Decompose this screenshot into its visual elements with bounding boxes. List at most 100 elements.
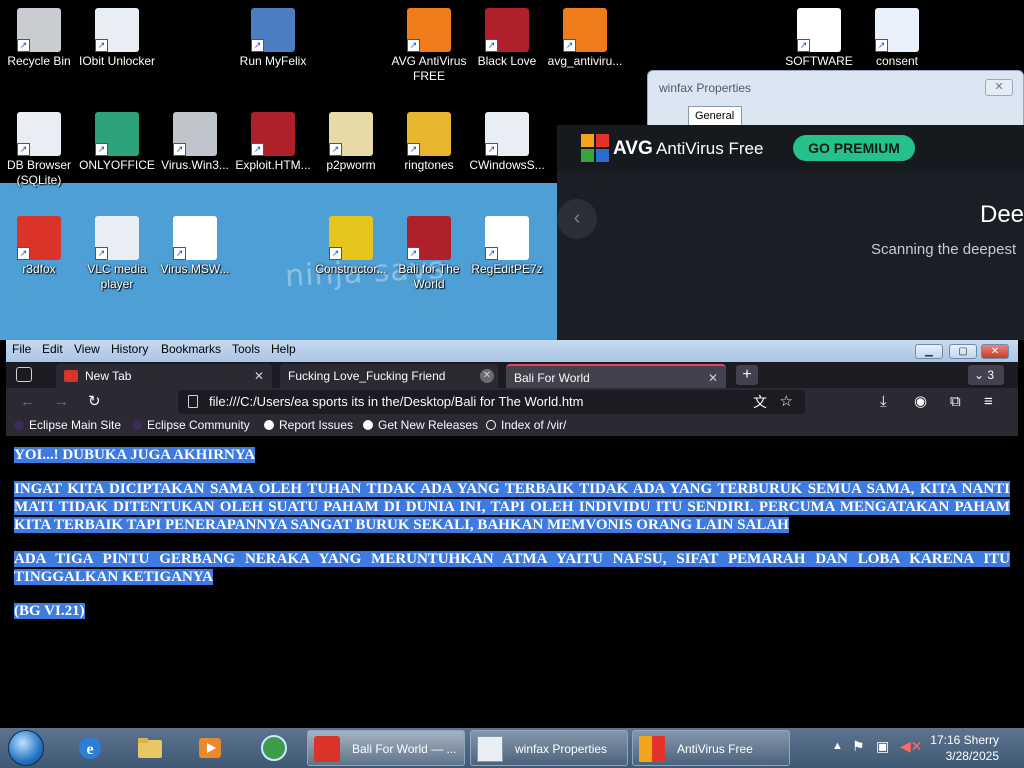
extensions-icon[interactable]: ⧉ bbox=[950, 393, 961, 410]
desktop-shortcut-icon: ↗ bbox=[407, 216, 451, 260]
reload-icon[interactable]: ↻ bbox=[88, 393, 101, 410]
menu-history[interactable]: History bbox=[111, 342, 148, 356]
desktop-icon[interactable]: ↗ ONLYOFFICE bbox=[78, 112, 156, 173]
avg-scan-status: Scanning the deepest bbox=[871, 241, 1017, 258]
internet-explorer-icon[interactable]: e bbox=[70, 731, 110, 765]
tab-list-button[interactable]: ⌄ 3 bbox=[968, 365, 1004, 385]
account-icon[interactable]: ◉ bbox=[914, 393, 927, 410]
desktop-icon[interactable]: ↗ Recycle Bin bbox=[0, 8, 78, 69]
download-icon[interactable]: ⤓ bbox=[880, 393, 887, 410]
flag-icon[interactable]: ⚑ bbox=[852, 738, 865, 755]
minimize-button[interactable]: ▁ bbox=[915, 344, 943, 359]
desktop-icon[interactable]: ↗ Run MyFelix bbox=[234, 8, 312, 69]
desktop-icon[interactable]: ↗ ringtones bbox=[390, 112, 468, 173]
close-icon[interactable]: ✕ bbox=[708, 366, 718, 390]
bookmark-report-issues[interactable]: Report Issues bbox=[264, 418, 353, 432]
media-player-icon[interactable] bbox=[190, 731, 230, 765]
tab-count: 3 bbox=[987, 368, 995, 382]
back-arrow-icon[interactable]: ← bbox=[20, 393, 35, 410]
file-explorer-icon[interactable] bbox=[130, 731, 170, 765]
desktop-shortcut-icon: ↗ bbox=[329, 112, 373, 156]
taskbar-task-browser[interactable]: Bali For World — ... bbox=[307, 730, 465, 766]
winfax-properties-window[interactable]: winfax Properties ✕ General bbox=[647, 70, 1024, 130]
menu-tools[interactable]: Tools bbox=[232, 342, 260, 356]
close-button[interactable]: ✕ bbox=[985, 79, 1013, 96]
avg-header: AVG AntiVirus Free GO PREMIUM bbox=[557, 125, 1024, 171]
bookmark-index-vir[interactable]: Index of /vir/ bbox=[486, 418, 566, 432]
shortcut-arrow-icon: ↗ bbox=[329, 247, 342, 260]
menu-view[interactable]: View bbox=[74, 342, 100, 356]
tab-general[interactable]: General bbox=[688, 106, 742, 126]
bookmark-label: Get New Releases bbox=[378, 418, 479, 432]
shortcut-arrow-icon: ↗ bbox=[407, 143, 420, 156]
shortcut-arrow-icon: ↗ bbox=[17, 143, 30, 156]
desktop-icon[interactable]: ↗ SOFTWARE bbox=[780, 8, 858, 69]
volume-muted-icon[interactable]: ◀✕ bbox=[900, 738, 923, 755]
desktop-icon-label: AVG AntiVirus FREE bbox=[391, 54, 467, 83]
bookmark-get-new-releases[interactable]: Get New Releases bbox=[363, 418, 478, 432]
desktop-icon[interactable]: ↗ CWindowsS... bbox=[468, 112, 546, 173]
tab-label: Bali For World bbox=[514, 371, 590, 385]
desktop-shortcut-icon: ↗ bbox=[251, 112, 295, 156]
menu-bookmarks[interactable]: Bookmarks bbox=[161, 342, 221, 356]
bookmark-eclipse-community[interactable]: Eclipse Community bbox=[132, 418, 250, 432]
desktop-icon-label: Run MyFelix bbox=[239, 54, 307, 68]
tab-fucking-love[interactable]: Fucking Love_Fucking Friend ✕ bbox=[280, 364, 498, 388]
close-icon[interactable]: ✕ bbox=[480, 369, 494, 383]
menu-help[interactable]: Help bbox=[271, 342, 296, 356]
desktop-icon[interactable]: ↗ Bali for The World bbox=[390, 216, 468, 292]
bookmark-label: Eclipse Main Site bbox=[29, 418, 122, 432]
taskbar-task-avg[interactable]: AntiVirus Free bbox=[632, 730, 790, 766]
desktop-icon[interactable]: ↗ RegEditPE7z bbox=[468, 216, 546, 277]
maximize-button[interactable]: ▢ bbox=[949, 344, 977, 359]
desktop-shortcut-icon: ↗ bbox=[95, 216, 139, 260]
system-clock[interactable]: 17:16 Sherry 3/28/2025 bbox=[927, 732, 999, 764]
desktop-icon[interactable]: ↗ Exploit.HTM... bbox=[234, 112, 312, 173]
chevron-left-icon[interactable]: ‹ bbox=[557, 199, 597, 239]
desktop-icon[interactable]: ↗ Black Love bbox=[468, 8, 546, 69]
globe-app-icon[interactable] bbox=[254, 731, 294, 765]
tab-overview-icon[interactable] bbox=[16, 367, 32, 382]
shortcut-arrow-icon: ↗ bbox=[251, 143, 264, 156]
close-icon[interactable]: ✕ bbox=[254, 364, 264, 388]
bookmark-eclipse-main[interactable]: Eclipse Main Site bbox=[14, 418, 121, 432]
bookmark-star-icon[interactable]: ☆ bbox=[780, 390, 793, 414]
desktop-icon[interactable]: ↗ p2pworm bbox=[312, 112, 390, 173]
globe-icon bbox=[486, 420, 496, 430]
url-bar[interactable]: file:///C:/Users/ea sports its in the/De… bbox=[178, 390, 805, 414]
clock-date: 3/28/2025 bbox=[945, 749, 999, 763]
desktop-icon[interactable]: ↗ DB Browser (SQLite) bbox=[0, 112, 78, 188]
desktop-icon[interactable]: ↗ Virus.MSW... bbox=[156, 216, 234, 277]
desktop-icon[interactable]: ↗ r3dfox bbox=[0, 216, 78, 277]
desktop-icon[interactable]: ↗ Virus.Win3... bbox=[156, 112, 234, 173]
desktop-icon[interactable]: ↗ AVG AntiVirus FREE bbox=[390, 8, 468, 84]
bookmark-label: Report Issues bbox=[279, 418, 354, 432]
go-premium-button[interactable]: GO PREMIUM bbox=[793, 135, 915, 161]
clock-time: 17:16 Sherry bbox=[930, 733, 999, 747]
desktop-icon-label: consent bbox=[875, 54, 919, 68]
desktop-icon[interactable]: ↗ IObit Unlocker bbox=[78, 8, 156, 69]
taskbar-task-winfax[interactable]: winfax Properties bbox=[470, 730, 628, 766]
translate-icon[interactable]: 文 bbox=[753, 390, 767, 414]
desktop-icon[interactable]: ↗ Constructor... bbox=[312, 216, 390, 277]
start-button[interactable] bbox=[8, 730, 44, 766]
desktop-icon[interactable]: ↗ avg_antiviru... bbox=[546, 8, 624, 69]
network-icon[interactable]: ▣ bbox=[876, 738, 889, 755]
menu-file[interactable]: File bbox=[12, 342, 31, 356]
menu-icon[interactable]: ≡ bbox=[984, 393, 993, 410]
close-button[interactable]: ✕ bbox=[981, 344, 1009, 359]
desktop-icon[interactable]: ↗ consent bbox=[858, 8, 936, 69]
tab-bali-for-world[interactable]: Bali For World ✕ bbox=[506, 364, 726, 388]
bookmark-label: Eclipse Community bbox=[147, 418, 250, 432]
chevron-up-icon[interactable]: ▲ bbox=[832, 740, 843, 752]
new-tab-button[interactable]: + bbox=[736, 365, 758, 385]
shortcut-arrow-icon: ↗ bbox=[95, 247, 108, 260]
task-label: AntiVirus Free bbox=[677, 742, 753, 756]
shortcut-arrow-icon: ↗ bbox=[95, 143, 108, 156]
menu-edit[interactable]: Edit bbox=[42, 342, 63, 356]
bookmark-label: Index of /vir/ bbox=[501, 418, 567, 432]
tab-new-tab[interactable]: New Tab ✕ bbox=[56, 364, 272, 388]
desktop-icon[interactable]: ↗ VLC media player bbox=[78, 216, 156, 292]
forward-arrow-icon[interactable]: → bbox=[54, 393, 69, 410]
window-icon bbox=[477, 736, 503, 762]
